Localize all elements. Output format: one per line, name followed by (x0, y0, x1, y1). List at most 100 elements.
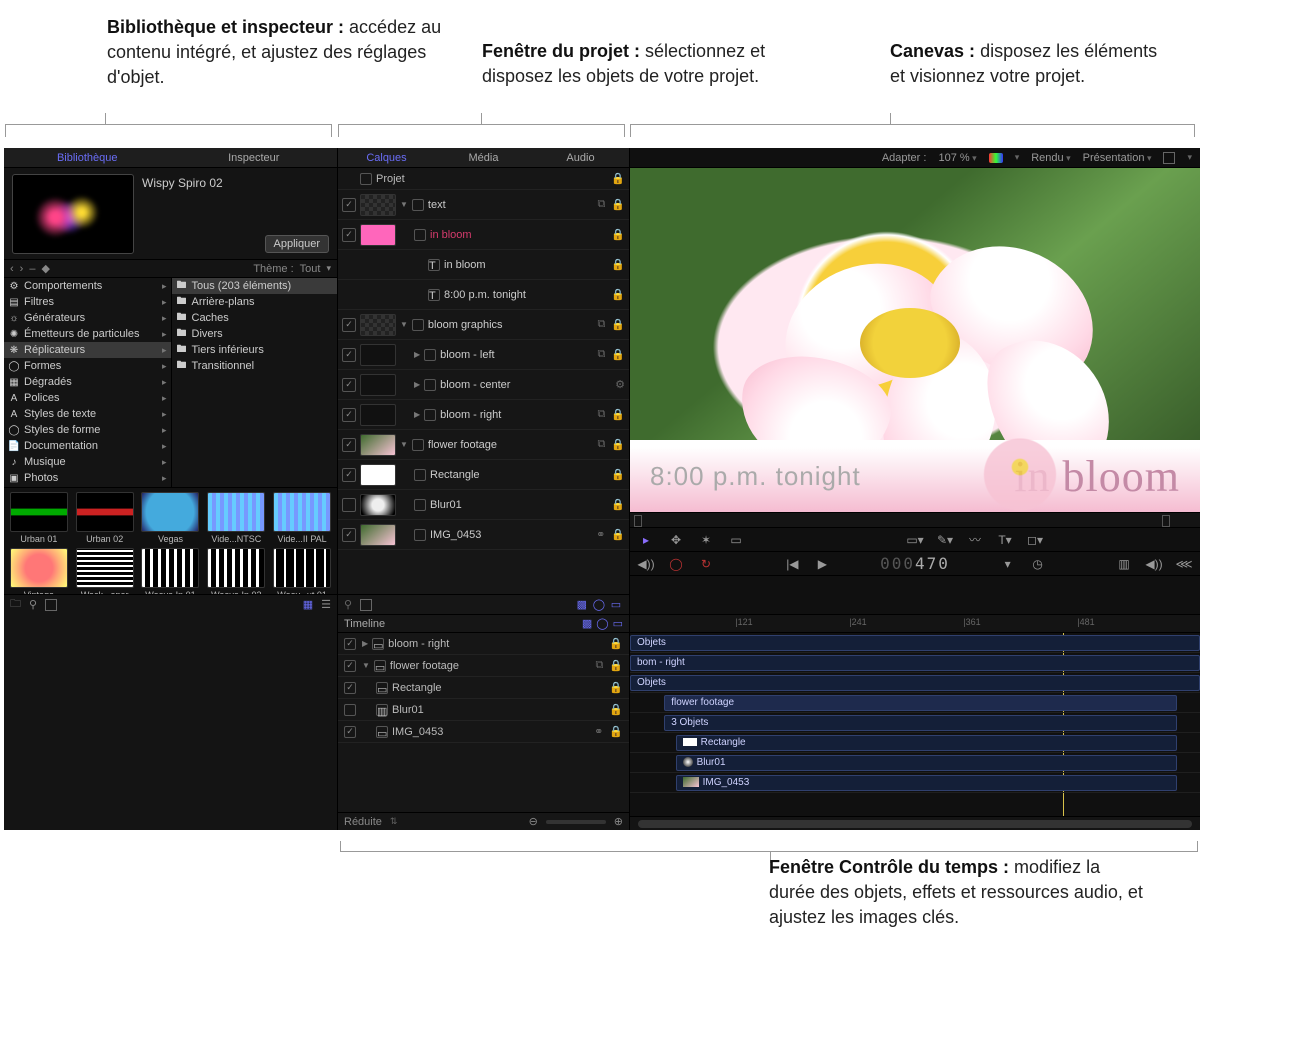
zoom-slider[interactable] (546, 820, 606, 824)
zoom-out-icon[interactable]: ⊖ (529, 815, 538, 828)
lock-icon[interactable]: 🔒 (611, 198, 625, 211)
visibility-checkbox[interactable] (344, 726, 356, 738)
visibility-checkbox[interactable] (342, 228, 356, 242)
timeline-row[interactable]: ▼▭flower footage⧉🔒 (338, 655, 629, 677)
lock-icon[interactable]: 🔒 (611, 288, 625, 301)
audio-timeline-icon[interactable]: ◀)) (1146, 556, 1162, 572)
layer-row[interactable]: ▶bloom - center⚙ (338, 370, 629, 400)
lock-icon[interactable]: 🔒 (611, 438, 625, 451)
lock-icon[interactable]: 🔒 (609, 725, 623, 738)
visibility-checkbox[interactable] (342, 198, 356, 212)
layer-row[interactable]: ▼bloom graphics⧉🔒 (338, 310, 629, 340)
timeline-track-panel[interactable]: |121|241|361|481 Objetsbom - rightObjets… (630, 615, 1200, 830)
disclosure-icon[interactable]: ▶ (414, 380, 420, 389)
subcategory-item[interactable]: 🖿Tiers inférieurs (172, 342, 338, 358)
timeline-toggle-icon[interactable]: ⋘ (1176, 556, 1192, 572)
timeline-clip[interactable]: 3 Objets (664, 715, 1177, 731)
library-thumb[interactable]: Vegas (140, 492, 202, 544)
timecode-display[interactable]: 000470 (844, 554, 985, 573)
lock-icon[interactable]: 🔒 (611, 528, 625, 541)
visibility-checkbox[interactable] (342, 498, 356, 512)
mini-timeline[interactable] (630, 512, 1200, 528)
lock-icon[interactable]: 🔒 (609, 703, 623, 716)
link-icon[interactable]: ⧉ (597, 198, 605, 211)
lock-icon[interactable]: 🔒 (609, 659, 623, 672)
timeline-track[interactable]: Blur01 (630, 753, 1200, 773)
category-item[interactable]: ♪Musique▸ (4, 454, 171, 470)
disclosure-icon[interactable]: ▶ (362, 639, 368, 648)
nav-forward-icon[interactable]: › (20, 263, 24, 275)
layer-row[interactable]: Blur01🔒 (338, 490, 629, 520)
search-icon[interactable]: ⚲ (344, 598, 352, 611)
layer-row[interactable]: IMG_0453⚭🔒 (338, 520, 629, 550)
nav-back-icon[interactable]: ‹ (10, 263, 14, 275)
subcategory-list[interactable]: 🖿Tous (203 éléments)🖿Arrière-plans🖿Cache… (171, 278, 338, 487)
category-item[interactable]: ▦Dégradés▸ (4, 374, 171, 390)
category-item[interactable]: ▣Contenu▸ (4, 486, 171, 487)
project-root-row[interactable]: Projet 🔒 (338, 168, 629, 190)
grid-view-icon[interactable]: ▦ (303, 598, 313, 611)
tab-inspector[interactable]: Inspecteur (171, 148, 338, 167)
list-view-icon[interactable]: ☰ (321, 598, 331, 611)
timeline-row[interactable]: ▥Blur01🔒 (338, 699, 629, 721)
visibility-checkbox[interactable] (342, 528, 356, 542)
timeline-track[interactable]: bom - right (630, 653, 1200, 673)
nav-path[interactable]: – (29, 263, 35, 275)
link-icon[interactable]: ⧉ (597, 438, 605, 451)
filter-indicator-icon[interactable]: ▭ (609, 598, 623, 612)
color-channel-icon[interactable] (989, 153, 1003, 163)
record-audio-icon[interactable]: ◯ (668, 556, 684, 572)
timeline-track[interactable]: Rectangle (630, 733, 1200, 753)
category-item[interactable]: ▤Filtres▸ (4, 294, 171, 310)
lock-icon[interactable]: 🔒 (611, 228, 625, 241)
library-thumb[interactable]: Urban 01 (8, 492, 70, 544)
visibility-checkbox[interactable] (344, 638, 356, 650)
clock-icon[interactable]: ◷ (1030, 556, 1046, 572)
go-start-icon[interactable]: |◀ (784, 556, 800, 572)
timeline-row[interactable]: ▶▭bloom - right🔒 (338, 633, 629, 655)
timecode-mode-icon[interactable]: ▾ (1000, 556, 1016, 572)
theme-value[interactable]: Tout (300, 263, 321, 275)
category-item[interactable]: ❋Réplicateurs▸ (4, 342, 171, 358)
select-tool-icon[interactable]: ▸ (638, 532, 654, 548)
lock-icon[interactable]: 🔒 (611, 498, 625, 511)
category-item[interactable]: ☼Générateurs▸ (4, 310, 171, 326)
mask-indicator-icon[interactable]: ▩ (582, 617, 592, 630)
subcategory-item[interactable]: 🖿Caches (172, 310, 338, 326)
lock-icon[interactable]: 🔒 (611, 318, 625, 331)
library-thumb[interactable]: Weave In 01 (140, 548, 202, 594)
disclosure-icon[interactable]: ▼ (400, 200, 408, 209)
anchor-tool-icon[interactable]: ✶ (698, 532, 714, 548)
viewport-layout-icon[interactable] (1163, 152, 1175, 164)
timeline-scrollbar[interactable] (630, 816, 1200, 830)
out-point-marker[interactable] (1162, 515, 1170, 527)
disclosure-icon[interactable]: ▼ (400, 320, 408, 329)
visibility-checkbox[interactable] (342, 318, 356, 332)
visibility-checkbox[interactable] (342, 468, 356, 482)
link-icon[interactable]: ⚭ (596, 528, 605, 541)
timeline-clip[interactable]: Objets (630, 635, 1200, 651)
timeline-clip[interactable]: Rectangle (676, 735, 1178, 751)
category-item[interactable]: ✺Émetteurs de particules▸ (4, 326, 171, 342)
crop-tool-icon[interactable]: ▭ (728, 532, 744, 548)
canvas-viewport[interactable]: 8:00 p.m. tonight in bloom (630, 168, 1200, 512)
visibility-checkbox[interactable] (342, 408, 356, 422)
timeline-clip[interactable]: Blur01 (676, 755, 1178, 771)
layer-row[interactable]: T8:00 p.m. tonight🔒 (338, 280, 629, 310)
category-item[interactable]: AStyles de texte▸ (4, 406, 171, 422)
zoom-value[interactable]: 107 % (938, 152, 976, 164)
search-icon[interactable]: ⚲ (29, 598, 37, 611)
rectangle-tool-icon[interactable]: ▭▾ (907, 532, 923, 548)
timeline-clip[interactable]: flower footage (664, 695, 1177, 711)
link-icon[interactable]: ⚭ (594, 725, 603, 738)
timeline-row-list[interactable]: ▶▭bloom - right🔒▼▭flower footage⧉🔒▭Recta… (338, 633, 629, 812)
link-icon[interactable]: ⧉ (595, 659, 603, 672)
lock-icon[interactable]: 🔒 (611, 408, 625, 421)
keyframe-editor-icon[interactable]: ▥ (1116, 556, 1132, 572)
category-item[interactable]: ◯Styles de forme▸ (4, 422, 171, 438)
layer-row[interactable]: ▼flower footage⧉🔒 (338, 430, 629, 460)
visibility-checkbox[interactable] (344, 660, 356, 672)
disclosure-icon[interactable]: ▶ (414, 350, 420, 359)
timeline-ruler[interactable]: |121|241|361|481 (630, 615, 1200, 633)
layer-row[interactable]: in bloom🔒 (338, 220, 629, 250)
